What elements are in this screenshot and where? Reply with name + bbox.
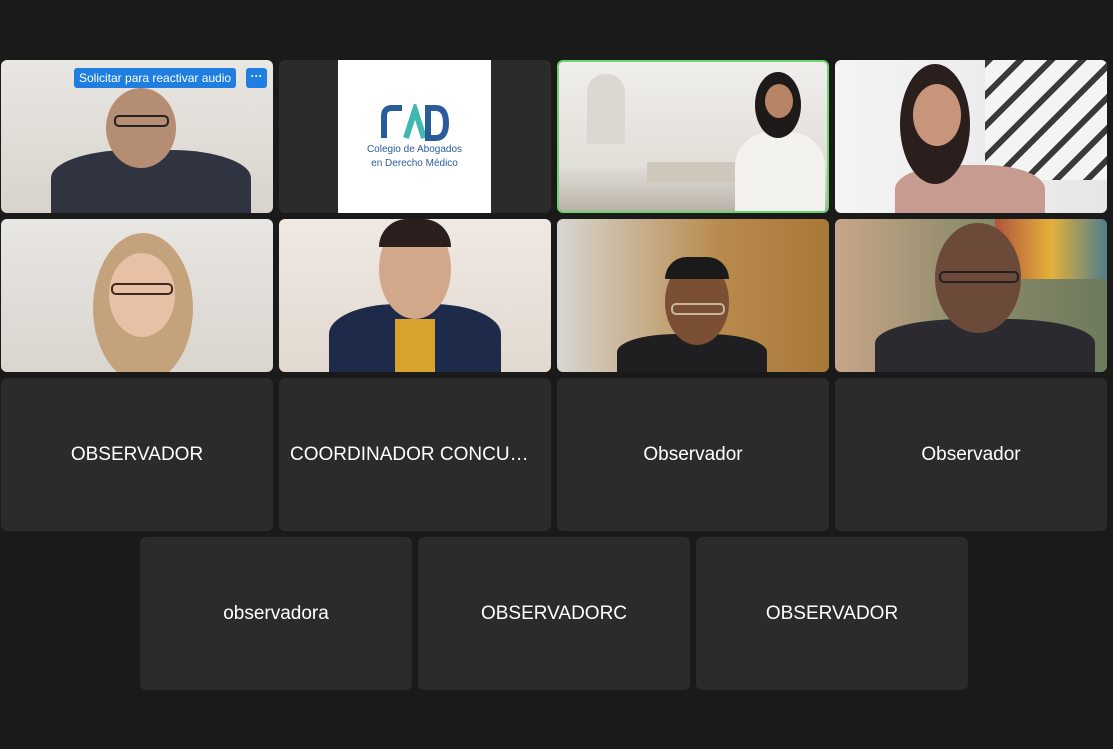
meeting-gallery-view: Solicitar para reactivar audio ··· Coleg… (0, 0, 1113, 749)
logo-text-line-1: Colegio de Abogados (366, 143, 463, 155)
video-tile-participant-2[interactable]: Colegio de Abogados en Derecho Médico (279, 60, 551, 213)
participant-name: Observador (643, 443, 743, 465)
video-tile-active-speaker[interactable] (557, 60, 829, 213)
participant-name: COORDINADOR CONCURSO (290, 443, 540, 465)
hair (665, 257, 729, 279)
video-tile-participant-1[interactable]: Solicitar para reactivar audio ··· (1, 60, 273, 213)
video-tile-participant-7[interactable] (557, 219, 829, 372)
participant-name: observadora (223, 602, 329, 624)
name-tile-participant-11[interactable]: Observador (557, 378, 829, 531)
more-options-icon[interactable]: ··· (246, 68, 267, 88)
video-tile-participant-6[interactable] (279, 219, 551, 372)
participant-name: OBSERVADOR (765, 602, 899, 624)
participant-name: Observador (921, 443, 1021, 465)
staircase (985, 60, 1107, 180)
name-tile-participant-10[interactable]: COORDINADOR CONCURSO (279, 378, 551, 531)
name-tile-participant-12[interactable]: Observador (835, 378, 1107, 531)
name-tile-participant-15[interactable]: OBSERVADOR (696, 537, 968, 690)
name-tile-participant-14[interactable]: OBSERVADORC (418, 537, 690, 690)
participant-name: OBSERVADORC (480, 602, 628, 624)
organization-logo: Colegio de Abogados en Derecho Médico (338, 60, 491, 213)
conference-table (647, 162, 737, 182)
name-tile-participant-13[interactable]: observadora (140, 537, 412, 690)
sweater (395, 319, 435, 372)
video-tile-participant-5[interactable] (1, 219, 273, 372)
participant-name: OBSERVADOR (70, 443, 204, 465)
name-tile-participant-9[interactable]: OBSERVADOR (1, 378, 273, 531)
cad-logo-icon (380, 103, 449, 141)
request-unmute-button[interactable]: Solicitar para reactivar audio (74, 68, 237, 88)
video-tile-participant-4[interactable] (835, 60, 1107, 213)
room-window (587, 74, 625, 144)
video-tile-participant-8[interactable] (835, 219, 1107, 372)
logo-text-line-2: en Derecho Médico (371, 157, 458, 169)
